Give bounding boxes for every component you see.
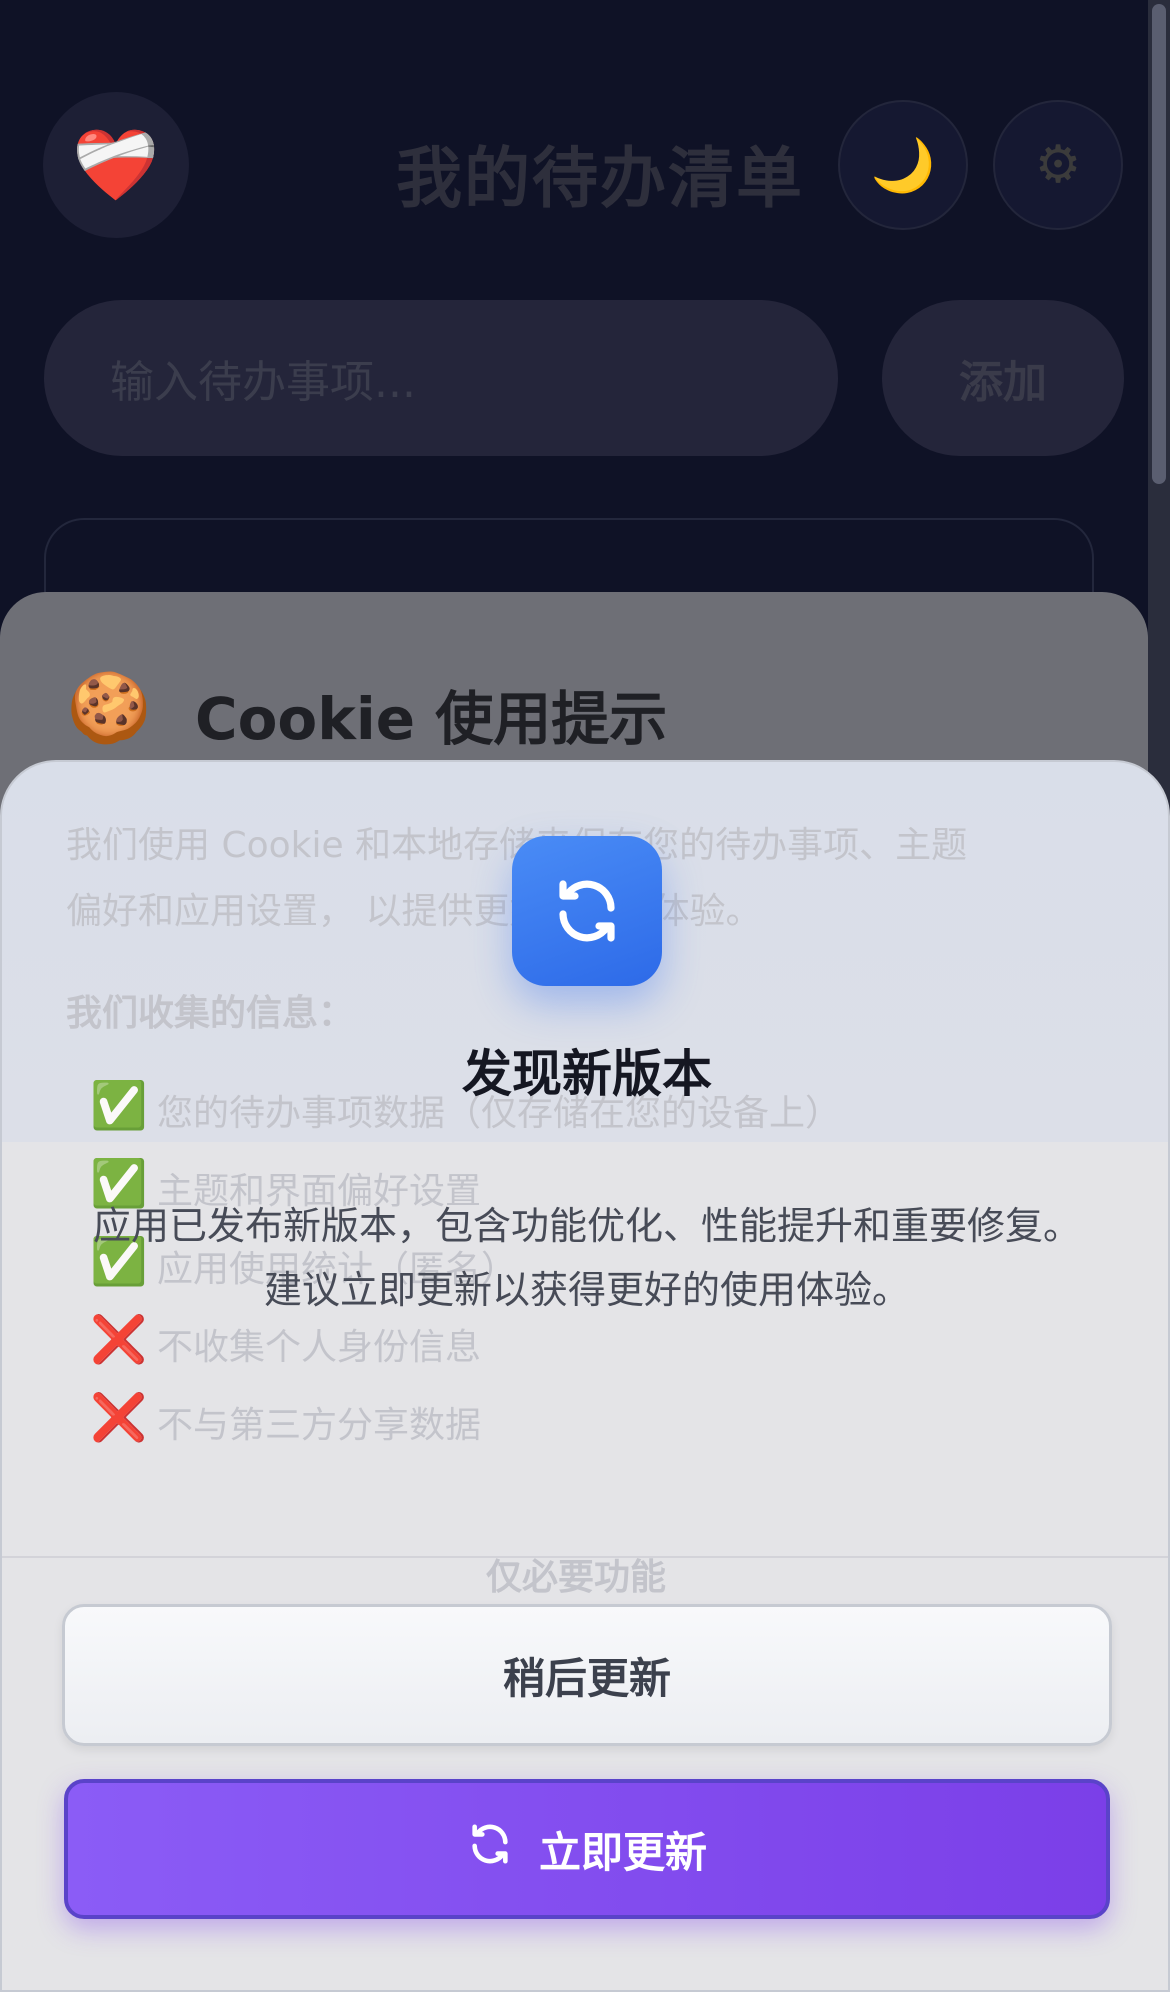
update-later-button[interactable]: 稍后更新 xyxy=(62,1604,1112,1746)
add-todo-button[interactable]: 添加 xyxy=(882,300,1124,456)
update-now-label: 立即更新 xyxy=(538,1827,707,1877)
avatar[interactable]: ❤️‍🩹 xyxy=(43,92,189,238)
gear-icon: ⚙ xyxy=(1034,135,1082,195)
moon-icon: 🌙 xyxy=(870,135,936,196)
heart-icon: ❤️‍🩹 xyxy=(72,123,160,206)
cookie-collected-heading: 我们收集的信息： xyxy=(66,993,355,1034)
update-dialog: 我们使用 Cookie 和本地存储来保存您的待办事项、主题 偏好和应用设置， 以… xyxy=(0,760,1170,1992)
cookie-item-text: 不与第三方分享数据 xyxy=(157,1405,482,1446)
settings-button[interactable]: ⚙ xyxy=(993,100,1123,230)
page-title: 我的待办清单 xyxy=(396,140,804,217)
update-later-label: 稍后更新 xyxy=(502,1653,671,1703)
update-now-button[interactable]: 立即更新 xyxy=(64,1779,1110,1919)
cookie-notice-title: Cookie 使用提示 xyxy=(195,685,668,753)
theme-toggle-button[interactable]: 🌙 xyxy=(838,100,968,230)
cross-icon: ❌ xyxy=(90,1390,148,1444)
update-dialog-message: 应用已发布新版本，包含功能优化、性能提升和重要修复。建议立即更新以获得更好的使用… xyxy=(92,1204,1081,1312)
cookie-item-text: 不收集个人身份信息 xyxy=(157,1327,482,1368)
refresh-icon xyxy=(512,836,662,986)
cookie-icon: 🍪 xyxy=(66,669,152,748)
scrollbar-thumb[interactable] xyxy=(1152,4,1166,484)
update-dialog-title: 发现新版本 xyxy=(462,1045,712,1103)
todo-input[interactable]: 输入待办事项... xyxy=(44,300,838,456)
refresh-icon xyxy=(467,1821,513,1877)
essential-only-label: 仅必要功能 xyxy=(485,1557,666,1598)
